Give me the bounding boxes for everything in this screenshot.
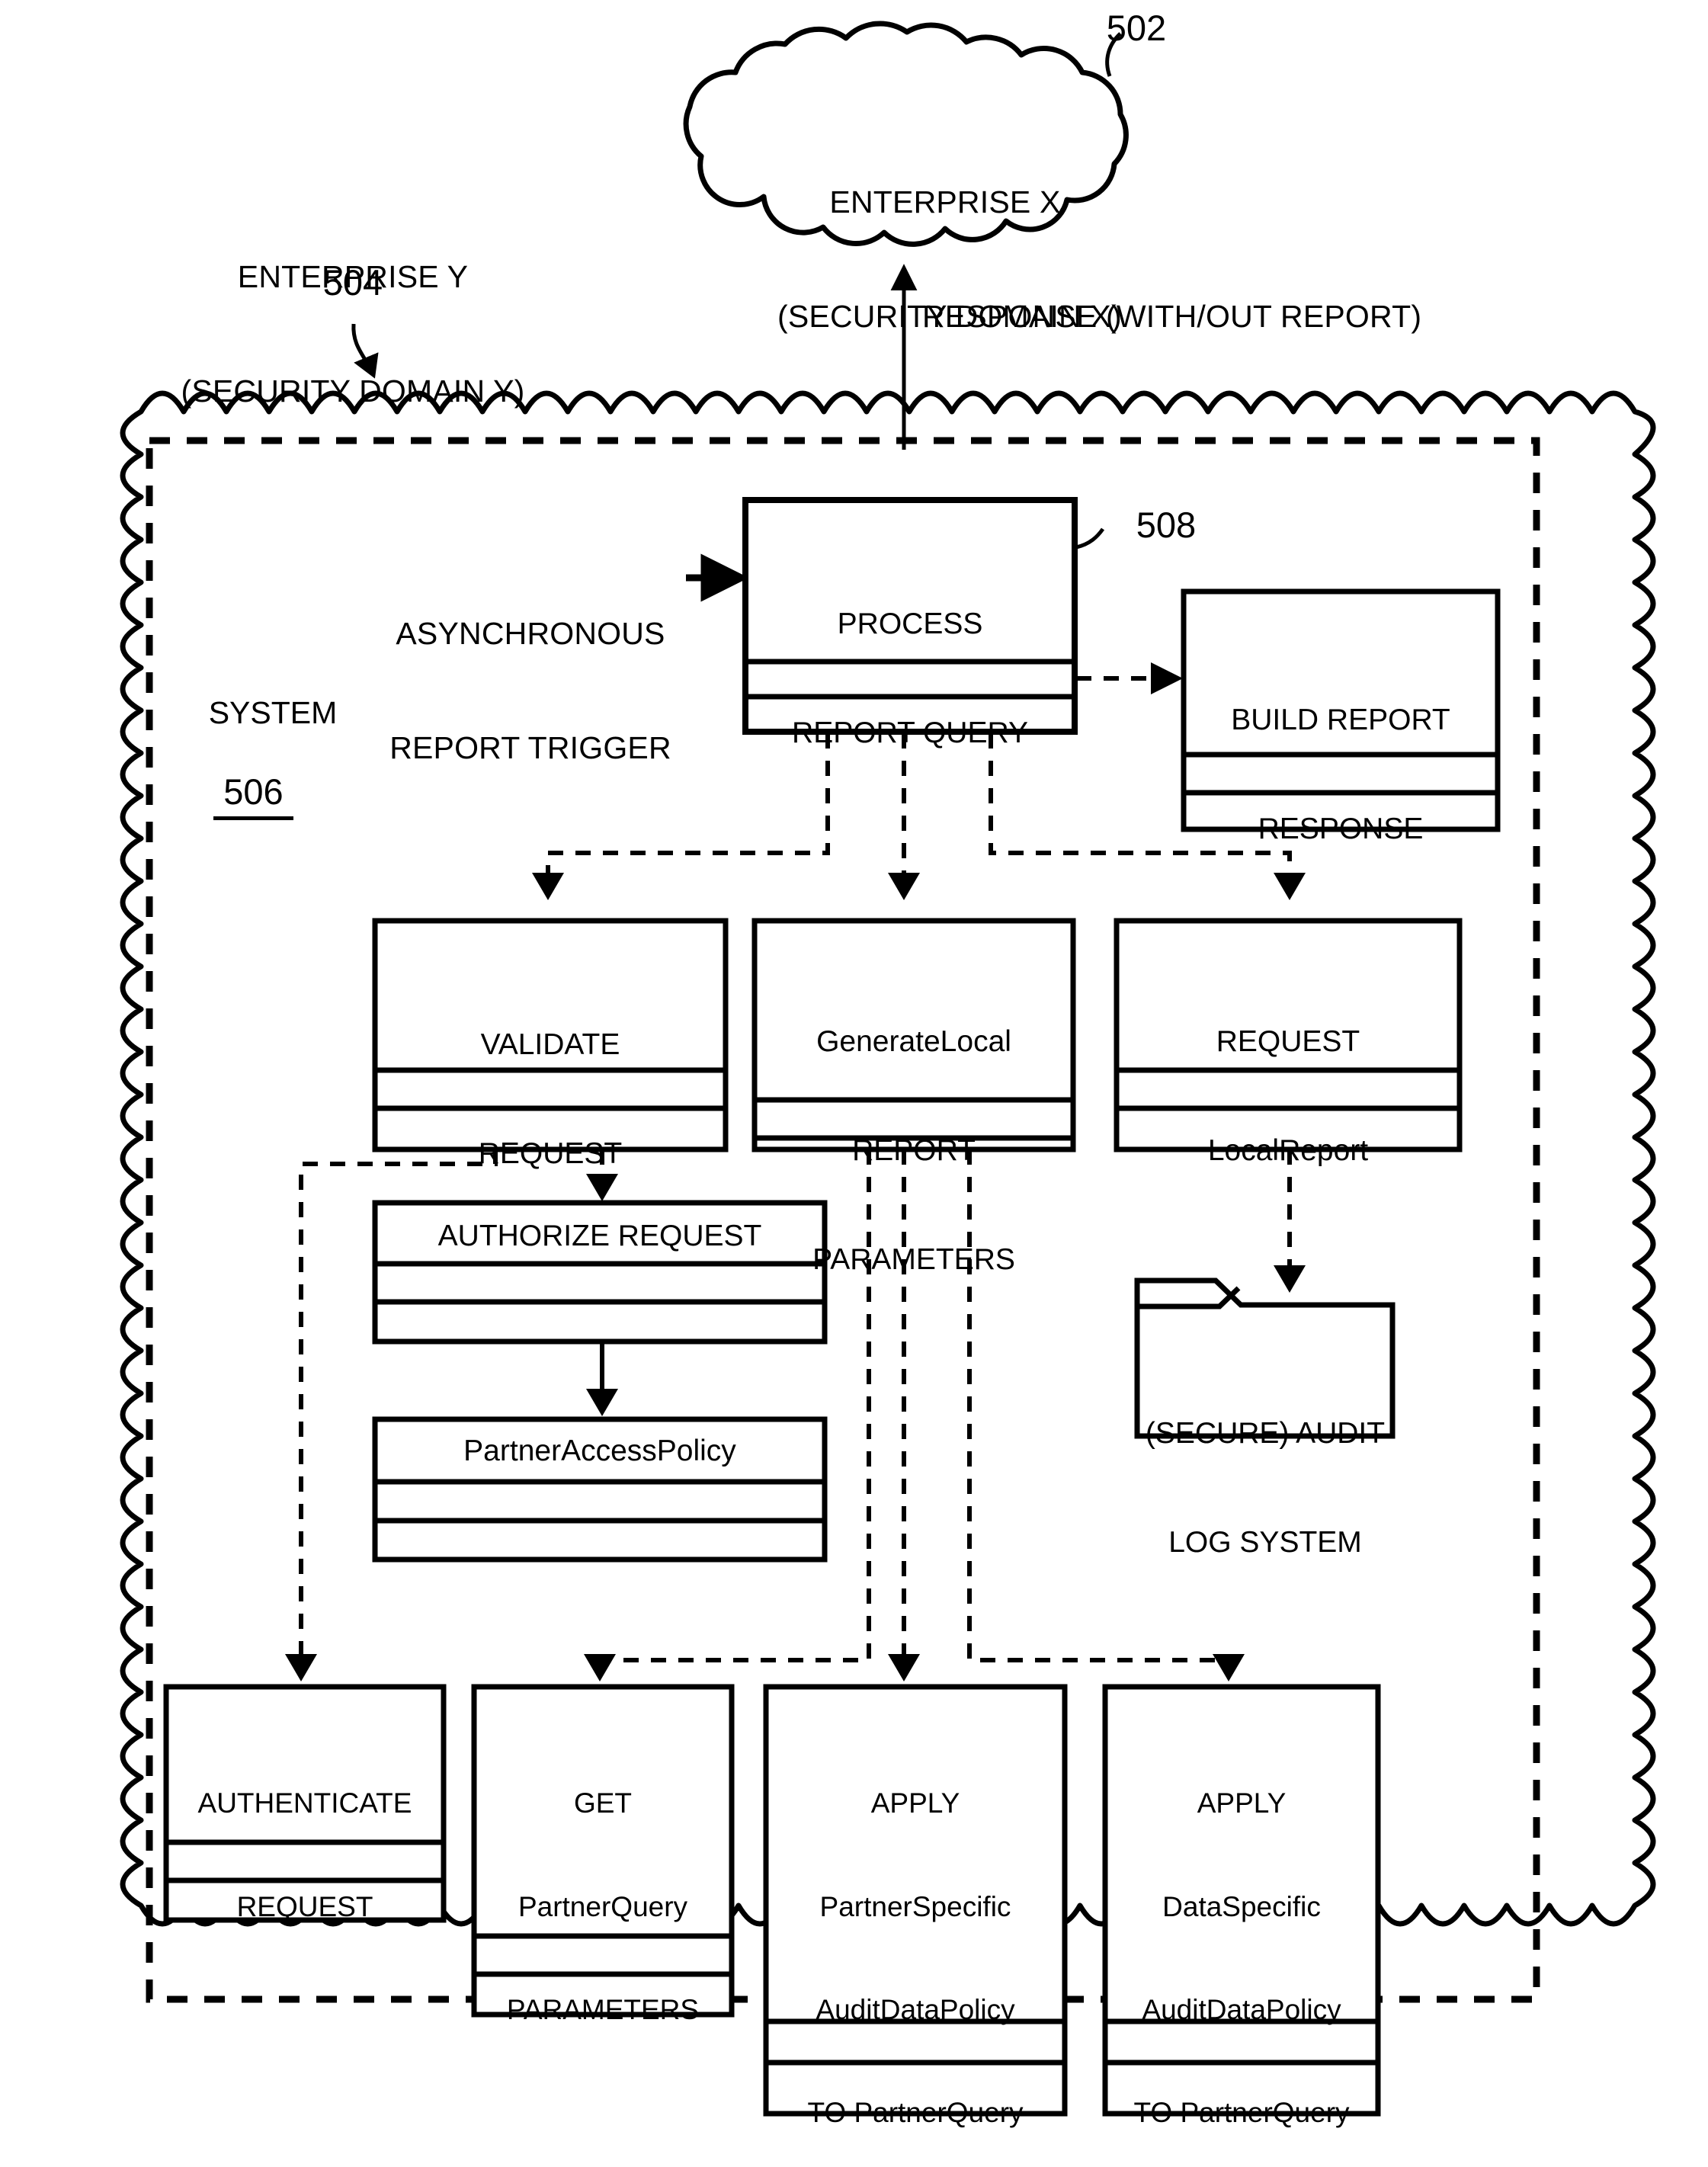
request-local-report-line2: LocalReport: [1207, 1133, 1369, 1167]
enterprise-x-label: ENTERPRISE X (SECURITY DOMAIN X): [777, 107, 1122, 412]
process-report-query-ref-508: 508: [1136, 505, 1197, 545]
enterprise-y-label: ENTERPRISE Y (SECURITY DOMAIN Y): [145, 181, 561, 486]
node-authenticate-request-label: AUTHENTICATE REQUEST: [168, 1717, 442, 1992]
build-report-response-line1: BUILD REPORT: [1231, 704, 1450, 737]
get-partner-query-line1: GET: [573, 1787, 633, 1819]
node-partner-access-policy-label: PartnerAccessPolicy: [463, 1435, 736, 1467]
authenticate-request-line1: AUTHENTICATE: [197, 1787, 412, 1819]
patent-figure-canvas: ENTERPRISE X (SECURITY DOMAIN X) 502 ENT…: [0, 0, 1708, 2167]
secure-audit-log-line2: LOG SYSTEM: [1168, 1525, 1362, 1559]
enterprise-x-line1: ENTERPRISE X: [829, 184, 1061, 220]
node-generate-local-report-parameters-label: GenerateLocal REPORT PARAMETERS: [758, 951, 1070, 1350]
process-report-query-line2: REPORT QUERY: [792, 716, 1028, 749]
node-apply-data-specific-label: APPLY DataSpecific AuditDataPolicy TO Pa…: [1107, 1717, 1376, 2167]
enterprise-y-ref-504: 504: [322, 262, 383, 303]
node-secure-audit-log-system-label: (SECURE) AUDIT LOG SYSTEM: [1140, 1343, 1390, 1633]
enterprise-y-line2: (SECURITY DOMAIN Y): [181, 373, 525, 409]
async-report-trigger-label: ASYNCHRONOUS REPORT TRIGGER: [381, 538, 680, 843]
enterprise-x-ref-502: 502: [1106, 8, 1167, 48]
apply-partner-specific-line4: TO PartnerQuery: [807, 2097, 1024, 2129]
response-edge-label: RESPONSE (WITH/OUT REPORT): [922, 299, 1422, 334]
get-partner-query-line2: PartnerQuery: [518, 1890, 688, 1922]
leader-line-508: [1075, 527, 1105, 550]
node-request-local-report-label: REQUEST LocalReport: [1120, 951, 1456, 1242]
get-partner-query-line3: PARAMETERS: [506, 1994, 700, 2025]
apply-data-specific-line2: DataSpecific: [1162, 1890, 1321, 1922]
apply-data-specific-line3: AuditDataPolicy: [1142, 1994, 1341, 2025]
process-report-query-line1: PROCESS: [837, 607, 983, 641]
system-ref-506: 506: [213, 770, 293, 821]
authenticate-request-line2: REQUEST: [236, 1890, 373, 1922]
async-trigger-line1: ASYNCHRONOUS: [396, 616, 665, 652]
secure-audit-log-line1: (SECURE) AUDIT: [1145, 1417, 1386, 1451]
node-process-report-query-label: PROCESS REPORT QUERY: [748, 534, 1072, 824]
validate-request-line1: VALIDATE: [480, 1028, 620, 1062]
apply-partner-specific-line1: APPLY: [870, 1787, 960, 1819]
generate-local-line2: REPORT: [852, 1133, 976, 1167]
apply-data-specific-line1: APPLY: [1197, 1787, 1287, 1819]
node-validate-request-label: VALIDATE REQUEST: [378, 954, 723, 1245]
node-apply-partner-specific-label: APPLY PartnerSpecific AuditDataPolicy TO…: [767, 1717, 1063, 2167]
node-build-report-response-label: BUILD REPORT RESPONSE: [1187, 630, 1495, 920]
request-local-report-line1: REQUEST: [1216, 1025, 1360, 1059]
node-authorize-request-label: AUTHORIZE REQUEST: [437, 1220, 762, 1252]
apply-partner-specific-line3: AuditDataPolicy: [816, 1994, 1015, 2025]
apply-partner-specific-line2: PartnerSpecific: [819, 1890, 1011, 1922]
apply-data-specific-line4: TO PartnerQuery: [1133, 2097, 1350, 2129]
node-get-partner-query-parameters-label: GET PartnerQuery PARAMETERS: [476, 1717, 730, 2095]
build-report-response-line2: RESPONSE: [1258, 812, 1424, 845]
validate-request-line2: REQUEST: [478, 1136, 623, 1170]
system-label: SYSTEM: [208, 695, 338, 730]
async-trigger-line2: REPORT TRIGGER: [389, 730, 671, 766]
generate-local-line1: GenerateLocal: [816, 1025, 1011, 1059]
